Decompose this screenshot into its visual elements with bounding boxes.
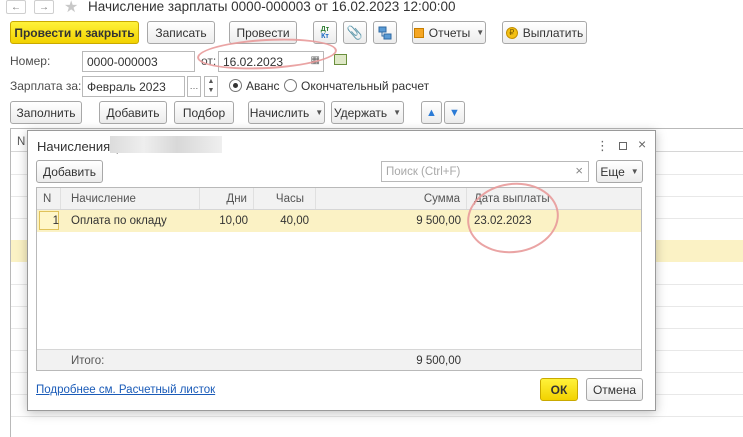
- bg-row-line: [11, 416, 743, 417]
- total-label: Итого:: [71, 354, 105, 367]
- fill-button[interactable]: Заполнить: [10, 101, 82, 124]
- number-label: Номер:: [10, 54, 51, 68]
- favorite-star-icon[interactable]: ★: [64, 0, 78, 17]
- dt-kt-button[interactable]: Дт Кт: [313, 21, 337, 44]
- search-input[interactable]: Поиск (Ctrl+F) ×: [381, 161, 589, 182]
- reports-dropdown[interactable]: Отчеты ▼: [412, 21, 486, 44]
- col-date-header[interactable]: Дата выплаты: [467, 188, 641, 209]
- col-n-header[interactable]: N: [37, 188, 61, 209]
- pay-button[interactable]: ₽ Выплатить: [502, 21, 587, 44]
- select-button[interactable]: Подбор: [174, 101, 234, 124]
- bg-table-header-n: N: [17, 136, 26, 148]
- total-sum: 9 500,00: [416, 354, 461, 367]
- chevron-down-icon: ▼: [476, 28, 485, 37]
- month-select-button[interactable]: …: [187, 76, 201, 97]
- col-sum-header[interactable]: Сумма: [316, 188, 467, 209]
- advance-label: Аванс: [246, 79, 280, 93]
- withhold-dropdown[interactable]: Удержать ▼: [331, 101, 404, 124]
- dialog-add-button[interactable]: Добавить: [36, 160, 103, 183]
- arrow-up-icon: ▲: [426, 106, 437, 119]
- dt-kt-icon: Дт Кт: [320, 25, 330, 40]
- row-sum: 9 500,00: [416, 214, 461, 227]
- add-employee-button[interactable]: Добавить: [99, 101, 167, 124]
- document-edit-icon[interactable]: [334, 54, 347, 65]
- table-header: N Начисление Дни Часы Сумма Дата выплаты: [37, 188, 641, 210]
- row-number: 1: [52, 214, 59, 227]
- chevron-down-icon: ▼: [315, 108, 324, 117]
- maximize-icon[interactable]: [619, 142, 627, 150]
- save-button[interactable]: Записать: [147, 21, 215, 44]
- reports-icon: [413, 27, 424, 38]
- back-button[interactable]: ←: [6, 0, 26, 14]
- clear-search-icon[interactable]: ×: [575, 163, 583, 178]
- structure-button[interactable]: [373, 21, 397, 44]
- more-dropdown[interactable]: Еще ▼: [596, 160, 643, 183]
- row-hours: 40,00: [280, 214, 309, 227]
- chevron-down-icon: ▼: [630, 167, 639, 176]
- cancel-button[interactable]: Отмена: [586, 378, 643, 401]
- radio-dot: [233, 83, 238, 88]
- accrue-label: Начислить: [249, 105, 310, 120]
- more-label: Еще: [600, 164, 625, 179]
- calendar-icon[interactable]: ▦: [311, 55, 320, 66]
- title-bar: ← → ★ Начисление зарплаты 0000-000003 от…: [0, 0, 743, 16]
- paperclip-icon: 📎: [346, 24, 364, 40]
- pay-label: Выплатить: [522, 25, 584, 40]
- attach-button[interactable]: 📎: [343, 21, 367, 44]
- ok-button[interactable]: ОК: [540, 378, 578, 401]
- reports-label: Отчеты: [428, 25, 471, 40]
- post-button[interactable]: Провести: [229, 21, 297, 44]
- coin-icon: ₽: [505, 26, 518, 39]
- chevron-down-icon: ▼: [393, 108, 402, 117]
- move-down-button[interactable]: ▼: [444, 101, 465, 124]
- final-settlement-label: Окончательный расчет: [301, 79, 430, 93]
- date-field[interactable]: 16.02.2023 ▦: [218, 51, 324, 72]
- col-hours-header[interactable]: Часы: [254, 188, 316, 209]
- arrow-down-icon: ▼: [449, 106, 460, 119]
- row-pay-date: 23.02.2023: [474, 214, 532, 227]
- forward-button[interactable]: →: [34, 0, 54, 14]
- advance-radio[interactable]: [229, 79, 242, 92]
- final-settlement-radio[interactable]: [284, 79, 297, 92]
- salary-month-value: Февраль 2023: [87, 79, 166, 94]
- more-vertical-icon[interactable]: ⋮: [596, 138, 609, 154]
- month-spinner[interactable]: ▲ ▼: [204, 76, 218, 97]
- redacted-name: [110, 136, 222, 153]
- structure-icon: [378, 26, 392, 39]
- accruals-table: N Начисление Дни Часы Сумма Дата выплаты…: [36, 187, 642, 371]
- search-placeholder: Поиск (Ctrl+F): [386, 165, 461, 178]
- salary-for-label: Зарплата за:: [10, 79, 82, 93]
- col-accrual-header[interactable]: Начисление: [61, 188, 200, 209]
- dialog-title: Начисления (: [37, 139, 119, 154]
- salary-month-field[interactable]: Февраль 2023: [82, 76, 185, 97]
- window-title: Начисление зарплаты 0000-000003 от 16.02…: [88, 0, 456, 14]
- accrue-dropdown[interactable]: Начислить ▼: [248, 101, 325, 124]
- payslip-link[interactable]: Подробнее см. Расчетный листок: [36, 384, 215, 396]
- number-field[interactable]: 0000-000003: [82, 51, 195, 72]
- table-row[interactable]: 1 Оплата по окладу 10,00 40,00 9 500,00 …: [37, 210, 641, 232]
- row-days: 10,00: [219, 214, 248, 227]
- number-value: 0000-000003: [87, 54, 158, 69]
- table-footer: Итого: 9 500,00: [37, 349, 641, 370]
- move-up-button[interactable]: ▲: [421, 101, 442, 124]
- close-icon[interactable]: ×: [638, 136, 646, 152]
- col-days-header[interactable]: Дни: [200, 188, 254, 209]
- withhold-label: Удержать: [333, 105, 388, 120]
- accruals-dialog: Начисления ( ⋮ × Добавить Поиск (Ctrl+F)…: [27, 130, 656, 411]
- date-value: 16.02.2023: [223, 54, 284, 69]
- date-label: от:: [201, 54, 217, 68]
- row-accrual: Оплата по окладу: [71, 214, 167, 227]
- post-and-close-button[interactable]: Провести и закрыть: [10, 21, 139, 44]
